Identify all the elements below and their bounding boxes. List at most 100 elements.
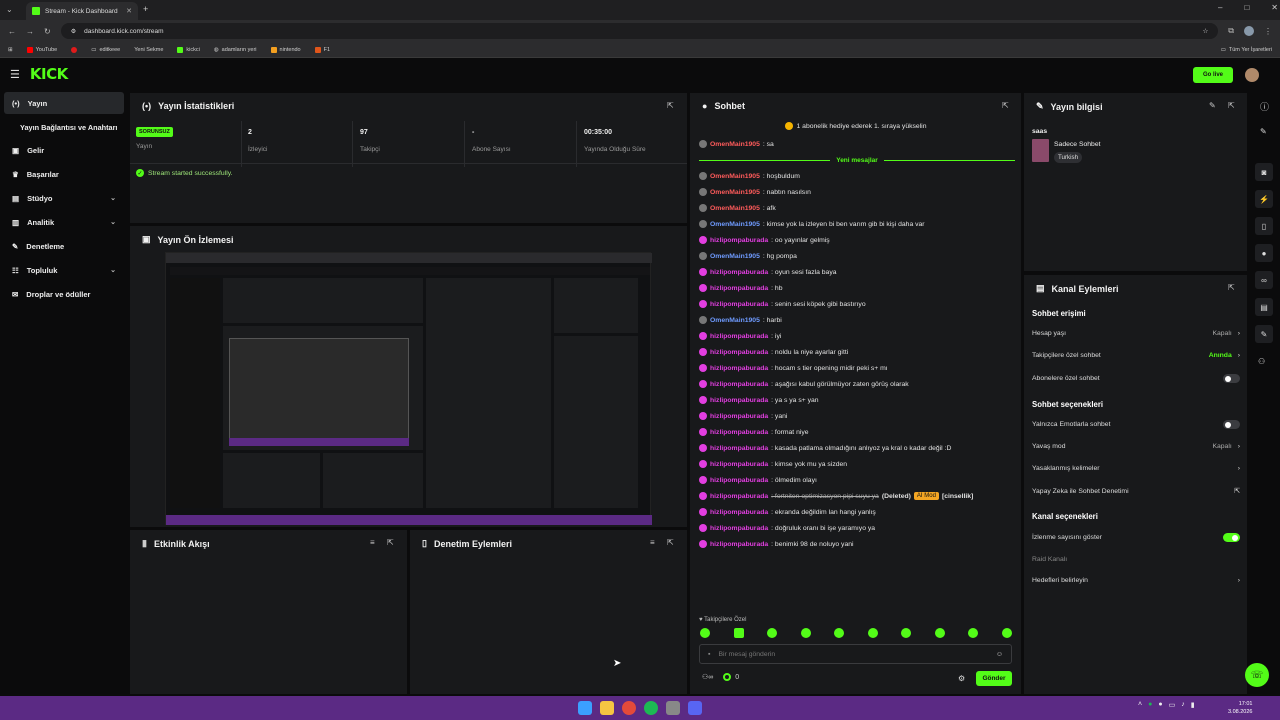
chat-message[interactable]: hizlipompaburada: yani: [699, 412, 787, 420]
emote-icon[interactable]: [700, 628, 710, 638]
chat-username[interactable]: hizlipompaburada: [710, 285, 768, 292]
url-field[interactable]: ⚙ dashboard.kick.com/stream ☆: [60, 23, 1219, 39]
chat-username[interactable]: hizlipompaburada: [710, 333, 768, 340]
tab-search-icon[interactable]: ⌄: [6, 5, 13, 14]
close-window-icon[interactable]: ✕: [1271, 3, 1278, 12]
menu-dots-icon[interactable]: ⋮: [1264, 27, 1272, 36]
slow-mode-row[interactable]: Yavaş mod Kapalı ›: [1032, 443, 1240, 450]
bookmark-f1[interactable]: F1: [314, 46, 330, 53]
chat-message[interactable]: hizlipompaburada: oyun sesi fazla baya: [699, 268, 837, 276]
chat-username[interactable]: hizlipompaburada: [710, 237, 768, 244]
chat-username[interactable]: hizlipompaburada: [710, 477, 768, 484]
bookmark-red[interactable]: [71, 46, 78, 53]
bookmark-editkeee[interactable]: ▭ editkeee: [91, 47, 120, 53]
chat-message[interactable]: hizlipompaburada: senin sesi köpek gibi …: [699, 300, 866, 308]
subs-chat-toggle[interactable]: [1223, 374, 1240, 383]
account-age-row[interactable]: Hesap yaşı Kapalı ›: [1032, 330, 1240, 337]
bookmark-adamlarin-yeri[interactable]: ◍ adamların yeri: [214, 47, 257, 53]
popout-icon[interactable]: ⇱: [1228, 101, 1235, 110]
pinned-message[interactable]: 1 abonelik hediye ederek 1. sıraya yükse…: [690, 118, 1021, 134]
info-icon[interactable]: ⓘ: [1260, 100, 1269, 113]
spotify-tray-icon[interactable]: ●: [1148, 701, 1152, 709]
chat-message[interactable]: hizlipompaburada: ya s ya s+ yan: [699, 396, 819, 404]
sidebar-item-stream[interactable]: (•) Yayın: [4, 92, 124, 114]
chat-username[interactable]: hizlipompaburada: [710, 269, 768, 276]
filter-icon[interactable]: ≡: [370, 538, 375, 547]
community-goal-icon[interactable]: ⚇∞: [702, 673, 713, 681]
battery-icon[interactable]: ▮: [1191, 701, 1195, 709]
filter-icon[interactable]: ≡: [650, 538, 655, 547]
sidebar-item-stream-key[interactable]: Yayın Bağlantısı ve Anahtarı: [4, 116, 124, 138]
channel-points[interactable]: 0: [723, 673, 739, 681]
popout-icon[interactable]: ⇱: [387, 538, 394, 547]
sidebar-item-revenue[interactable]: ▣ Gelir: [4, 139, 124, 161]
kick-logo[interactable]: KICK: [30, 65, 68, 83]
chat-message[interactable]: hizlipompaburada: fortniten optimizasyon…: [699, 492, 973, 500]
sidebar-item-studio[interactable]: ▤ Stüdyo ⌄: [4, 187, 124, 209]
edit-icon[interactable]: ✎: [1260, 127, 1267, 136]
steam-tray-icon[interactable]: ●: [1158, 701, 1162, 709]
chat-username[interactable]: hizlipompaburada: [710, 349, 768, 356]
chat-username[interactable]: hizlipompaburada: [710, 509, 768, 516]
discord-icon[interactable]: [688, 701, 702, 715]
sidebar-item-drops[interactable]: ✉ Droplar ve ödüller: [4, 283, 124, 305]
chat-username[interactable]: hizlipompaburada: [710, 413, 768, 420]
channel-icon[interactable]: ▤: [1255, 298, 1273, 316]
sidebar-item-community[interactable]: ☷ Topluluk ⌄: [4, 259, 124, 281]
go-live-button[interactable]: Go live: [1193, 67, 1233, 83]
chrome-icon[interactable]: [622, 701, 636, 715]
bookmark-kickci[interactable]: kickci: [177, 46, 200, 53]
chat-message[interactable]: OmenMain1905: kimse yok la izleyen bi be…: [699, 220, 925, 228]
banned-words-row[interactable]: Yasaklanmış kelimeler ›: [1032, 465, 1240, 472]
category-name[interactable]: Sadece Sohbet: [1054, 141, 1100, 148]
chat-username[interactable]: hizlipompaburada: [710, 429, 768, 436]
popout-icon[interactable]: ⇱: [1002, 101, 1009, 110]
camera-icon[interactable]: ◙: [1255, 163, 1273, 181]
chat-username[interactable]: OmenMain1905: [710, 253, 760, 260]
document-icon[interactable]: ▯: [1255, 217, 1273, 235]
chat-message[interactable]: hizlipompaburada: hb: [699, 284, 783, 292]
chat-message-field[interactable]: [718, 650, 988, 658]
link-icon[interactable]: ∞: [1255, 271, 1273, 289]
chat-message[interactable]: OmenMain1905: harbi: [699, 316, 782, 324]
clock[interactable]: 17:01 3.08.2026: [1228, 700, 1252, 716]
chat-username[interactable]: OmenMain1905: [710, 221, 760, 228]
chat-username[interactable]: hizlipompaburada: [710, 525, 768, 532]
new-tab-icon[interactable]: +: [143, 4, 148, 14]
apps-icon[interactable]: ⊞: [8, 47, 13, 53]
chat-message[interactable]: OmenMain1905: nabtın nasılsın: [699, 188, 811, 196]
emote-icon[interactable]: [800, 628, 811, 638]
network-icon[interactable]: ▭: [1169, 701, 1176, 709]
followers-chat-row[interactable]: Takipçilere özel sohbet Anında ›: [1032, 352, 1240, 359]
share-icon[interactable]: ⚇: [1258, 357, 1265, 366]
popout-icon[interactable]: ⇱: [667, 538, 674, 547]
all-bookmarks[interactable]: ▭ Tüm Yer İşaretleri: [1221, 47, 1272, 53]
chat-username[interactable]: hizlipompaburada: [710, 461, 768, 468]
site-info-icon[interactable]: ⚙: [71, 28, 76, 35]
emote-icon[interactable]: [733, 628, 744, 638]
volume-icon[interactable]: ♪: [1181, 701, 1185, 709]
emotes-only-toggle[interactable]: [1223, 420, 1240, 429]
app-icon[interactable]: [666, 701, 680, 715]
maximize-icon[interactable]: □: [1244, 3, 1249, 12]
chat-message[interactable]: hizlipompaburada: hocam s tier opening m…: [699, 364, 888, 372]
stream-preview-video[interactable]: [165, 252, 652, 525]
chat-username[interactable]: hizlipompaburada: [710, 541, 768, 548]
chat-message[interactable]: hizlipompaburada: doğruluk oranı bi işe …: [699, 524, 875, 532]
chat-message[interactable]: OmenMain1905: afk: [699, 204, 776, 212]
chat-message[interactable]: OmenMain1905: hoşbuldum: [699, 172, 800, 180]
send-button[interactable]: Gönder: [976, 671, 1012, 686]
sidebar-item-achievements[interactable]: ♛ Başarılar: [4, 163, 124, 185]
tab-close-icon[interactable]: ✕: [126, 7, 132, 15]
extensions-icon[interactable]: ⧉: [1228, 26, 1234, 36]
emoji-icon[interactable]: ☺: [996, 651, 1003, 658]
chat-message[interactable]: hizlipompaburada: ölmedim olayı: [699, 476, 817, 484]
sidebar-item-analytics[interactable]: ▥ Analitik ⌄: [4, 211, 124, 233]
bookmark-new-tab[interactable]: Yeni Sekme: [134, 47, 163, 53]
popout-icon[interactable]: ⇱: [667, 101, 674, 110]
chat-username[interactable]: OmenMain1905: [710, 173, 760, 180]
emote-icon[interactable]: [767, 628, 778, 638]
windows-start-icon[interactable]: [578, 701, 592, 715]
chat-input[interactable]: ▪ ☺: [699, 644, 1012, 664]
popout-icon[interactable]: ⇱: [1228, 283, 1235, 292]
